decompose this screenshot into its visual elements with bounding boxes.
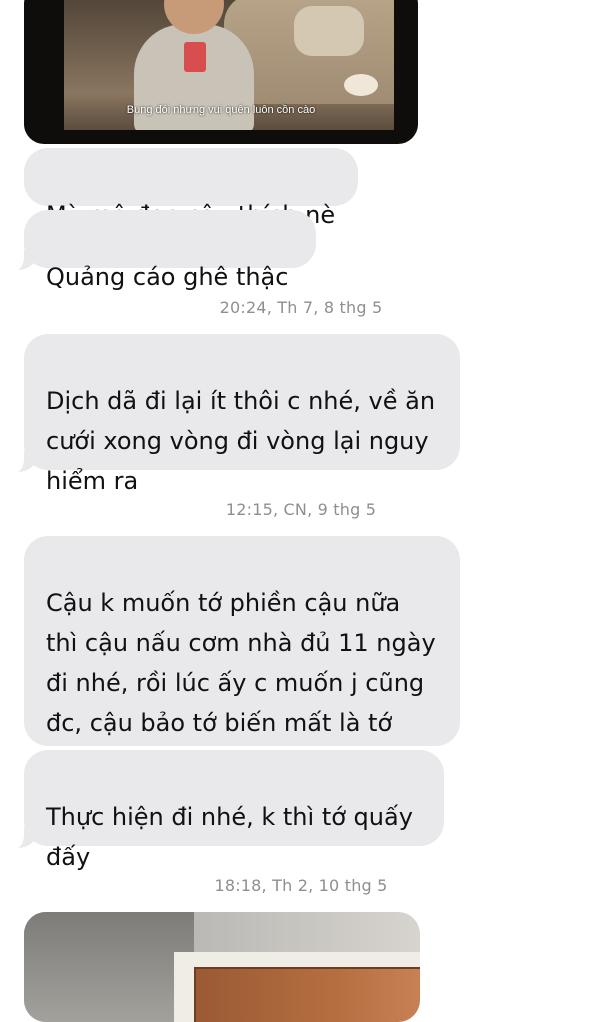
photo-wall xyxy=(24,912,194,1022)
person-cup xyxy=(184,42,206,72)
bubble-tail xyxy=(4,828,36,850)
video-message[interactable]: Bụng đói nhưng vui quên luôn cồn cào xyxy=(24,0,418,144)
message-text: Thực hiện đi nhé, k thì tớ quấy đấy xyxy=(46,803,413,871)
video-subtitle: Bụng đói nhưng vui quên luôn cồn cào xyxy=(126,104,316,116)
bubble-tail xyxy=(4,452,36,474)
message-thread: Bụng đói nhưng vui quên luôn cồn cào Mỳ … xyxy=(0,0,602,1022)
photo-message[interactable] xyxy=(24,912,420,1022)
video-scene-pillow xyxy=(294,6,364,56)
timestamp: 12:15, CN, 9 thg 5 xyxy=(225,500,377,519)
bubble-tail xyxy=(4,250,36,272)
message-bubble[interactable]: Dịch dã đi lại ít thôi c nhé, về ăn cưới… xyxy=(24,334,460,495)
message-bubble[interactable]: Quảng cáo ghê thậc xyxy=(24,210,316,291)
timestamp: 18:18, Th 2, 10 thg 5 xyxy=(214,876,388,895)
message-bubble[interactable]: Mỳ mô đen cậu thích nè xyxy=(24,148,358,229)
video-scene-lamp xyxy=(344,74,378,96)
message-bubble[interactable]: Thực hiện đi nhé, k thì tớ quấy đấy xyxy=(24,750,444,871)
timestamp: 20:24, Th 7, 8 thg 5 xyxy=(219,298,383,317)
photo-door xyxy=(194,967,420,1022)
message-bubble[interactable]: Cậu k muốn tớ phiền cậu nữa thì cậu nấu … xyxy=(24,536,460,777)
message-text: Quảng cáo ghê thậc xyxy=(46,263,289,291)
message-text: Dịch dã đi lại ít thôi c nhé, về ăn cưới… xyxy=(46,387,436,495)
message-text: Cậu k muốn tớ phiền cậu nữa thì cậu nấu … xyxy=(46,589,436,777)
